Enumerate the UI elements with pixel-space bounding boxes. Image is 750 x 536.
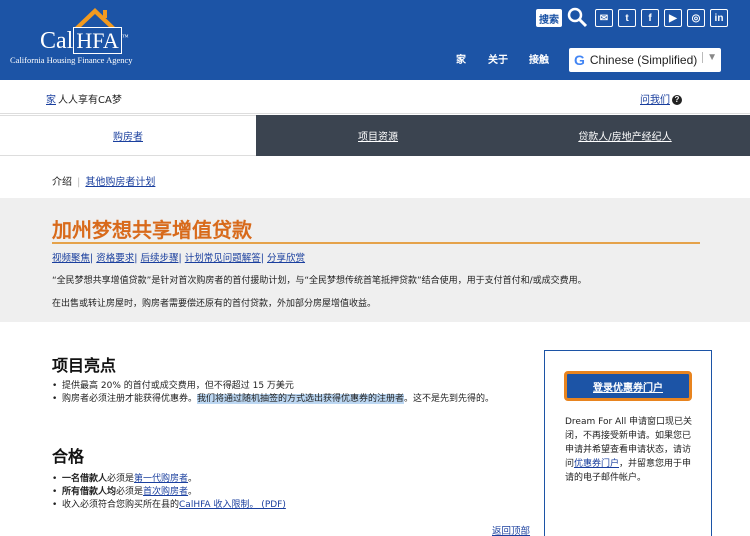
google-translate-icon: G [574,52,585,68]
page-title: 加州梦想共享增值贷款 [52,218,252,242]
program-description: “全民梦想共享增值贷款”是针对首次购房者的首付援助计划，与“全民梦想传统首笔抵押… [52,276,587,286]
eligibility-heading: 合格 [52,447,85,466]
program-repayment-note: 在出售或转让房屋时，购房者需要偿还原有的首付贷款，外加部分房屋增值收益。 [52,299,377,309]
voucher-portal-link[interactable]: 优惠券门户 [574,459,619,469]
highlights-heading: 项目亮点 [52,356,117,375]
first-gen-homebuyer-link[interactable]: 第一代购房者 [134,474,188,484]
program-quick-links: 视频聚焦| 资格要求| 后续步骤| 计划常见问题解答| 分享欣赏 [52,253,306,264]
link-next-steps[interactable]: 后续步骤 [141,253,179,264]
income-limits-link[interactable]: CalHFA 收入限制。 (PDF) [179,500,286,510]
tab-lenders-agents-label[interactable]: 贷款人/房地产经纪人 [578,128,671,143]
link-video-spotlight[interactable]: 视频聚焦 [52,253,90,264]
sub-breadcrumb: 介绍 | 其他购房者计划 [52,173,155,188]
twitter-icon[interactable]: t [618,9,636,27]
instagram-icon[interactable]: ◎ [687,9,705,27]
title-divider [52,242,700,244]
sub-breadcrumb-separator: | [77,177,81,188]
tab-program-resources-label[interactable]: 项目资源 [358,128,398,143]
ask-us-link[interactable]: 问我们? [640,91,682,106]
sub-breadcrumb-current: 介绍 [52,177,72,188]
tab-program-resources[interactable]: 项目资源 [256,115,500,156]
eligibility-list: 一名借款人必须是第一代购房者。 所有借款人均必须是首次购房者。 收入必须符合您购… [52,473,542,512]
voucher-portal-box: 登录优惠券门户 Dream For All 申请窗口现已关闭，不再接受新申请。如… [544,350,712,536]
logo-tagline: California Housing Finance Agency [10,55,133,65]
audience-tabs: 购房者 项目资源 贷款人/房地产经纪人 [0,115,750,156]
list-item: 所有借款人均必须是首次购房者。 [52,486,542,498]
link-eligibility[interactable]: 资格要求 [96,253,134,264]
link-faq[interactable]: 计划常见问题解答 [185,253,261,264]
breadcrumb-current: 人人享有CA梦 [58,95,122,106]
selected-text: 我们将通过随机抽签的方式选出获得优惠券的注册者 [197,394,405,404]
nav-contact[interactable]: 接触 [529,51,549,66]
search-button[interactable]: 搜索 [536,9,562,27]
first-time-homebuyer-link[interactable]: 首次购房者 [143,487,188,497]
list-item: 购房者必须注册才能获得优惠券。我们将通过随机抽签的方式选出获得优惠券的注册者。这… [52,393,542,405]
voucher-portal-login-button[interactable]: 登录优惠券门户 [564,371,692,401]
language-select[interactable]: G Chinese (Simplified) ▼ [569,48,721,72]
breadcrumb: 家 人人享有CA梦 问我们? [0,80,750,114]
breadcrumb-home-link[interactable]: 家 [46,91,56,106]
chevron-down-icon: ▼ [702,52,717,63]
site-header: Cal HFA ™ California Housing Finance Agenc… [0,0,750,80]
other-programs-link[interactable]: 其他购房者计划 [85,177,155,188]
highlights-list: 提供最高 20% 的首付或成交费用，但不得超过 15 万美元 购房者必须注册才能… [52,380,542,406]
question-icon: ? [672,95,682,105]
list-item: 一名借款人必须是第一代购房者。 [52,473,542,485]
calhfa-logo[interactable]: Cal HFA ™ California Housing Finance Agenc… [10,6,180,66]
language-selected: Chinese (Simplified) [589,53,698,67]
search-icon[interactable] [566,6,588,28]
ask-us-label[interactable]: 问我们 [640,95,670,106]
email-icon[interactable]: ✉ [595,9,613,27]
tab-homebuyers[interactable]: 购房者 [0,115,256,156]
list-item: 提供最高 20% 的首付或成交费用，但不得超过 15 万美元 [52,380,542,392]
back-to-top-link[interactable]: 返回顶部 [492,523,530,536]
nav-home[interactable]: 家 [456,51,466,66]
youtube-icon[interactable]: ▶ [664,9,682,27]
logo-wordmark: Cal HFA ™ [40,27,129,54]
program-intro: 加州梦想共享增值贷款 视频聚焦| 资格要求| 后续步骤| 计划常见问题解答| 分… [0,198,750,322]
nav-about[interactable]: 关于 [488,51,508,66]
list-item: 收入必须符合您购买所在县的CalHFA 收入限制。 (PDF) [52,499,542,511]
tab-lenders-agents[interactable]: 贷款人/房地产经纪人 [500,115,750,156]
facebook-icon[interactable]: f [641,9,659,27]
tab-homebuyers-label[interactable]: 购房者 [113,128,143,143]
link-share[interactable]: 分享欣赏 [267,253,305,264]
voucher-portal-notice: Dream For All 申请窗口现已关闭，不再接受新申请。如果您已申请并希望… [565,417,693,483]
linkedin-icon[interactable]: in [710,9,728,27]
